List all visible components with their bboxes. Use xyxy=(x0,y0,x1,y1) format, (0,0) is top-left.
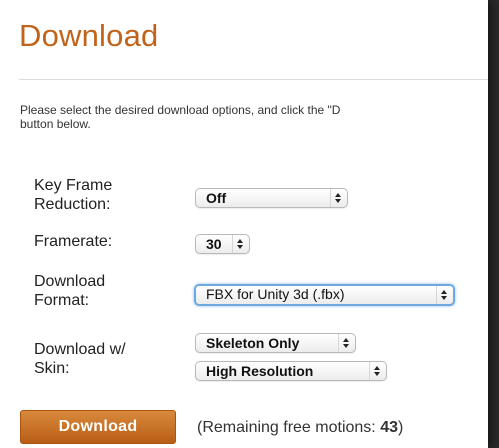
download-format-label-line-2: Format: xyxy=(34,292,90,309)
download-panel: Download Please select the desired downl… xyxy=(0,0,488,448)
key-frame-reduction-select[interactable]: Off xyxy=(195,188,348,208)
key-frame-reduction-label-line-1: Key Frame xyxy=(34,177,113,194)
framerate-label: Framerate: xyxy=(34,233,113,250)
skin-value: Skeleton Only xyxy=(206,335,300,351)
instructions-line-1: Please select the desired download optio… xyxy=(20,103,341,117)
updown-arrows-icon xyxy=(330,189,343,207)
skin-select[interactable]: Skeleton Only xyxy=(195,333,356,353)
download-format-value: FBX for Unity 3d (.fbx) xyxy=(206,286,345,302)
resolution-select[interactable]: High Resolution xyxy=(195,361,387,381)
updown-arrows-icon xyxy=(436,286,449,304)
updown-arrows-icon xyxy=(338,334,351,352)
remaining-prefix: (Remaining free motions: xyxy=(197,419,381,436)
download-with-skin-label-line-1: Download w/ xyxy=(34,341,126,358)
remaining-motions-text: (Remaining free motions: 43) xyxy=(197,419,403,437)
download-with-skin-label: Download w/ Skin: xyxy=(34,340,126,378)
download-with-skin-label-line-2: Skin: xyxy=(34,360,70,377)
framerate-value: 30 xyxy=(206,236,222,252)
key-frame-reduction-label: Key Frame Reduction: xyxy=(34,176,112,214)
updown-arrows-icon xyxy=(232,235,245,253)
download-format-select[interactable]: FBX for Unity 3d (.fbx) xyxy=(194,284,455,306)
page-title: Download xyxy=(19,18,159,53)
key-frame-reduction-label-line-2: Reduction: xyxy=(34,196,111,213)
download-button[interactable]: Download xyxy=(20,410,176,444)
updown-arrows-icon xyxy=(369,362,382,380)
remaining-count: 43 xyxy=(380,419,398,436)
download-format-label: Download Format: xyxy=(34,272,105,310)
instructions-line-2: button below. xyxy=(20,117,91,131)
key-frame-reduction-value: Off xyxy=(206,190,227,206)
title-divider xyxy=(19,79,488,80)
download-format-label-line-1: Download xyxy=(34,273,106,290)
framerate-select[interactable]: 30 xyxy=(195,234,250,254)
remaining-suffix: ) xyxy=(397,419,404,436)
resolution-value: High Resolution xyxy=(206,363,314,379)
instructions-text: Please select the desired download optio… xyxy=(20,103,488,131)
